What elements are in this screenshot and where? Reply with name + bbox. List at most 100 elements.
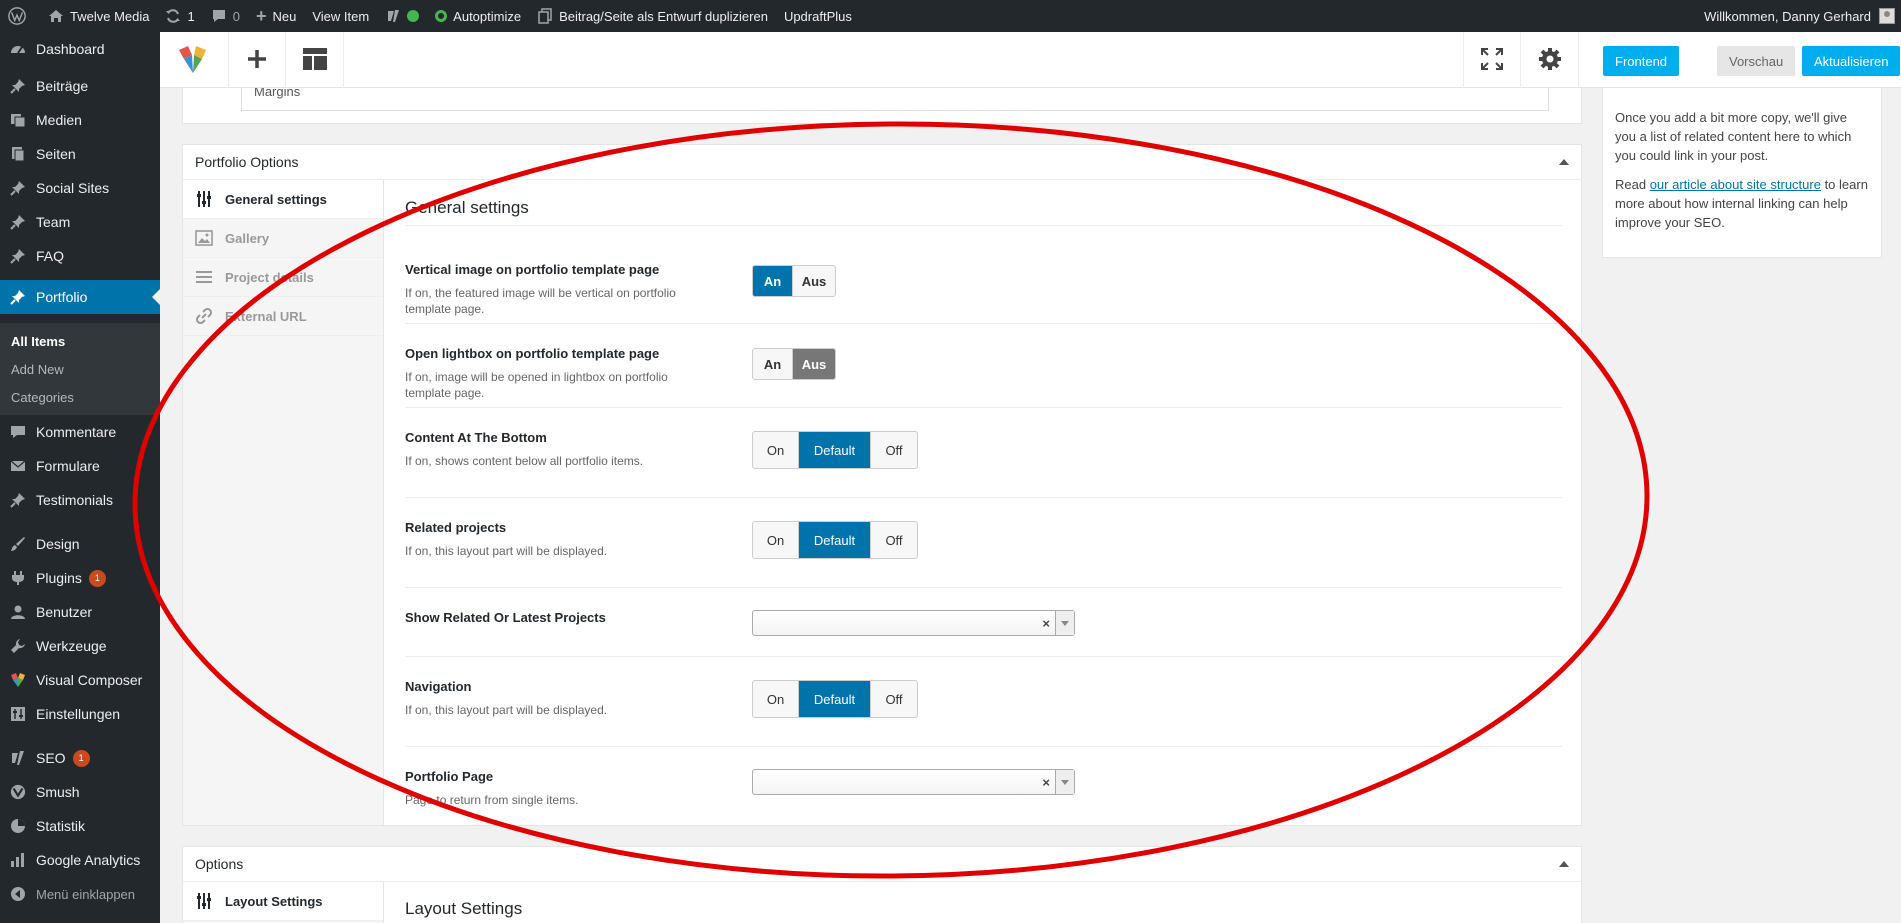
frontend-button[interactable]: Frontend — [1603, 46, 1680, 76]
menu-label: Formulare — [36, 458, 100, 474]
menu-portfolio[interactable]: Portfolio — [0, 280, 160, 314]
option-label: Vertical image on portfolio template pag… — [405, 262, 660, 277]
collapse-caret-icon[interactable] — [1559, 861, 1569, 867]
toggle-off-button[interactable]: Aus — [793, 349, 835, 379]
wp-logo-menu[interactable] — [0, 0, 40, 32]
menu-plugins[interactable]: Plugins 1 — [0, 561, 160, 595]
menu-visual-composer[interactable]: Visual Composer — [0, 663, 160, 697]
menu-seo[interactable]: SEO 1 — [0, 741, 160, 775]
menu-design[interactable]: Design — [0, 527, 160, 561]
collapse-caret-icon[interactable] — [1559, 159, 1569, 165]
collapse-menu-button[interactable]: Menü einklappen — [0, 877, 160, 911]
menu-team[interactable]: Team — [0, 205, 160, 239]
site-structure-link[interactable]: our article about site structure — [1650, 177, 1821, 192]
submenu-categories[interactable]: Categories — [11, 390, 74, 405]
tab-label: Gallery — [225, 230, 270, 246]
pin-icon — [10, 180, 26, 196]
portfolio-page-select[interactable]: × — [752, 769, 1075, 795]
panel-title: Options — [195, 856, 244, 872]
vc-logo[interactable] — [176, 42, 210, 76]
new-content-link[interactable]: + Neu — [248, 0, 304, 32]
page-settings-button[interactable] — [1521, 32, 1579, 88]
menu-werkzeuge[interactable]: Werkzeuge — [0, 629, 160, 663]
previous-panel: Margins — [182, 88, 1582, 124]
menu-label: Statistik — [36, 818, 86, 834]
portfolio-options-header[interactable]: Portfolio Options — [183, 145, 1581, 180]
duplicate-draft-link[interactable]: Beitrag/Seite als Entwurf duplizieren — [529, 0, 776, 32]
menu-faq[interactable]: FAQ — [0, 239, 160, 273]
preview-button[interactable]: Vorschau — [1717, 46, 1796, 76]
fullscreen-button[interactable] — [1463, 32, 1521, 88]
submenu-all-items[interactable]: All Items — [11, 334, 65, 349]
templates-button[interactable] — [286, 32, 344, 88]
tab-general-settings[interactable]: General settings — [183, 180, 383, 219]
my-account[interactable]: Willkommen, Danny Gerhard — [1704, 8, 1901, 24]
updates-link[interactable]: 1 — [157, 0, 202, 32]
clear-selection-icon[interactable]: × — [1042, 775, 1050, 790]
autoptimize-link[interactable]: Autoptimize — [427, 0, 529, 32]
tab-gallery[interactable]: Gallery — [183, 219, 383, 258]
toggle-on-button[interactable]: On — [753, 522, 799, 558]
menu-statistik[interactable]: Statistik — [0, 809, 160, 843]
divider — [405, 587, 1562, 588]
settings-icon — [10, 706, 26, 722]
menu-medien[interactable]: Medien — [0, 103, 160, 137]
toggle-default-button[interactable]: Default — [799, 432, 871, 468]
toggle-on-button[interactable]: On — [753, 432, 799, 468]
plugins-update-badge: 1 — [88, 569, 106, 587]
yoast-adminbar-link[interactable] — [377, 0, 427, 32]
updraftplus-link[interactable]: UpdraftPlus — [776, 0, 860, 32]
clear-selection-icon[interactable]: × — [1042, 616, 1050, 631]
menu-smush[interactable]: Smush — [0, 775, 160, 809]
menu-label: Benutzer — [36, 604, 93, 620]
comments-link[interactable]: 0 — [203, 0, 248, 32]
wordpress-icon — [8, 7, 26, 25]
toggle-on-button[interactable]: An — [753, 266, 793, 296]
toggle-default-button[interactable]: Default — [799, 522, 871, 558]
toggle-off-button[interactable]: Aus — [793, 266, 835, 296]
menu-testimonials[interactable]: Testimonials — [0, 483, 160, 517]
autoptimize-status-icon — [435, 10, 448, 22]
menu-beitraege[interactable]: Beiträge — [0, 69, 160, 103]
margins-box: Margins — [241, 88, 1549, 111]
toggle-off-button[interactable]: Off — [871, 681, 917, 717]
menu-label: FAQ — [36, 248, 65, 264]
page-icon — [10, 146, 26, 162]
section-title: Layout Settings — [405, 899, 523, 918]
menu-label: Seiten — [36, 146, 76, 162]
view-item-link[interactable]: View Item — [304, 0, 377, 32]
linking-read-text: Read our article about site structure to… — [1615, 175, 1869, 232]
toggle-default-button[interactable]: Default — [799, 681, 871, 717]
content-bottom-toggle: On Default Off — [752, 431, 918, 469]
dropdown-arrow-icon[interactable] — [1055, 770, 1074, 794]
smush-icon — [10, 784, 26, 800]
toggle-off-button[interactable]: Off — [871, 522, 917, 558]
update-button[interactable]: Aktualisieren — [1802, 46, 1901, 76]
menu-einstellungen[interactable]: Einstellungen — [0, 697, 160, 731]
menu-social-sites[interactable]: Social Sites — [0, 171, 160, 205]
sliders-icon — [195, 892, 213, 910]
dropdown-arrow-icon[interactable] — [1055, 611, 1074, 635]
menu-dashboard[interactable]: Dashboard — [0, 32, 160, 66]
menu-formulare[interactable]: Formulare — [0, 449, 160, 483]
tab-project-details[interactable]: Project details — [183, 258, 383, 297]
toggle-on-button[interactable]: An — [753, 349, 793, 379]
menu-label: Portfolio — [36, 289, 88, 305]
menu-label: SEO — [36, 750, 66, 766]
add-element-button[interactable] — [228, 32, 286, 88]
plus-icon: + — [255, 5, 267, 26]
related-or-latest-select[interactable]: × — [752, 610, 1075, 636]
options-header[interactable]: Options — [183, 847, 1581, 882]
menu-kommentare[interactable]: Kommentare — [0, 415, 160, 449]
desc-line: If on, the featured image will be vertic… — [405, 286, 676, 300]
menu-benutzer[interactable]: Benutzer — [0, 595, 160, 629]
toggle-on-button[interactable]: On — [753, 681, 799, 717]
brush-icon — [10, 536, 26, 552]
toggle-off-button[interactable]: Off — [871, 432, 917, 468]
menu-seiten[interactable]: Seiten — [0, 137, 160, 171]
tab-layout-settings[interactable]: Layout Settings — [183, 882, 383, 921]
tab-external-url[interactable]: External URL — [183, 297, 383, 336]
site-name-link[interactable]: Twelve Media — [40, 0, 157, 32]
submenu-add-new[interactable]: Add New — [11, 362, 64, 377]
menu-google-analytics[interactable]: Google Analytics — [0, 843, 160, 877]
